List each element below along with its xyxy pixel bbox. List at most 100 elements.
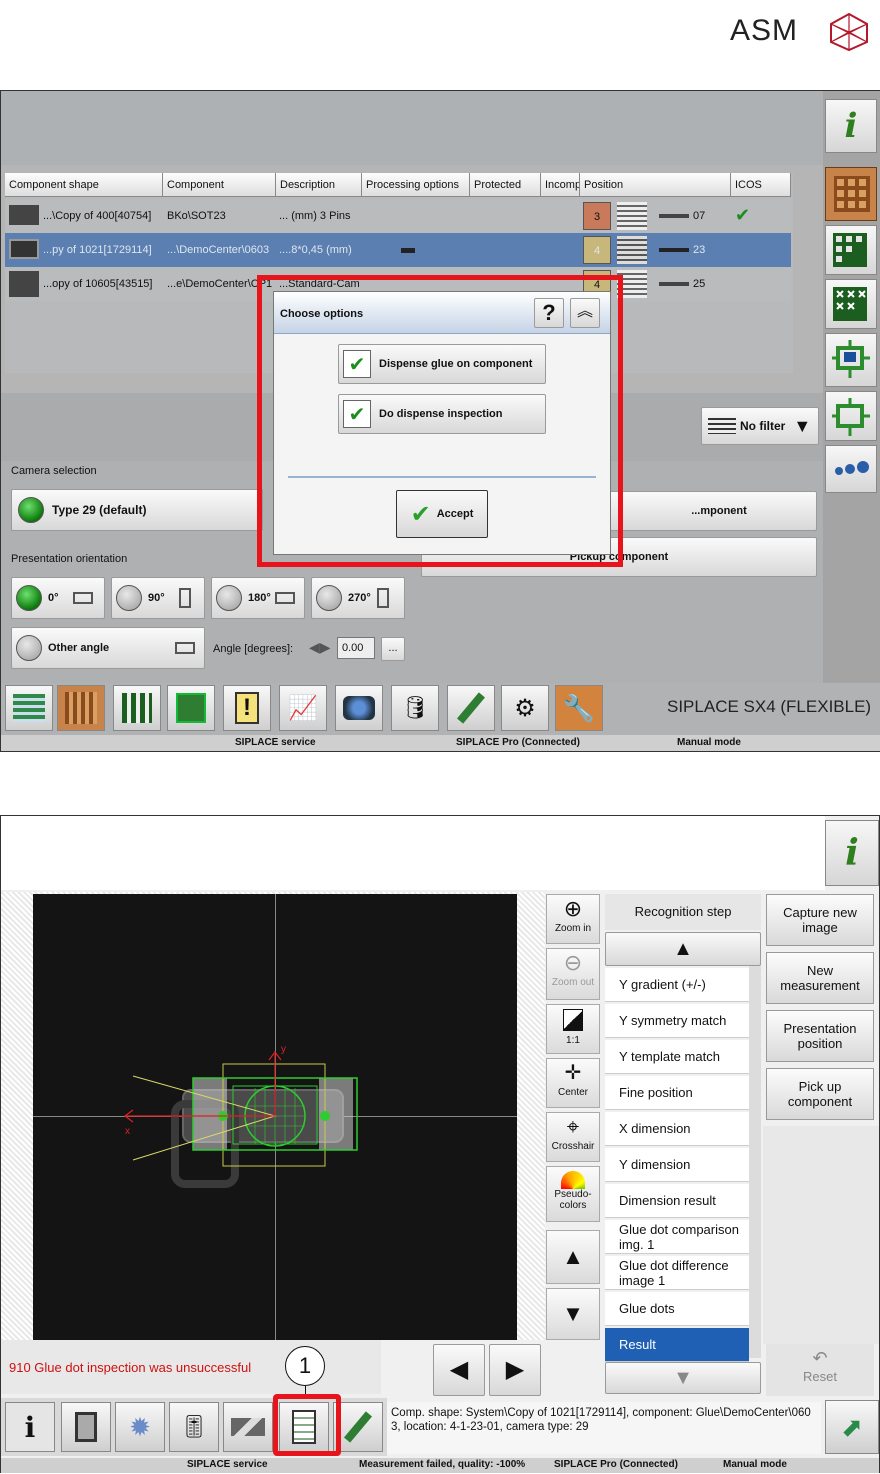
col-incomp[interactable]: Incomp — [541, 173, 580, 197]
center-button[interactable]: ✛ Center — [546, 1058, 600, 1108]
position-badge: 3 — [583, 202, 611, 230]
step-item[interactable]: Dimension result — [605, 1184, 749, 1218]
info-icon: i — [845, 832, 859, 874]
col-component[interactable]: Component — [163, 173, 276, 197]
step-item[interactable]: Glue dot difference image 1 — [605, 1256, 749, 1290]
grid-cross-tab[interactable] — [825, 279, 877, 329]
steps-down-button[interactable]: ▼ — [605, 1362, 761, 1394]
steps-up-button[interactable]: ▲ — [605, 932, 761, 966]
status-pro: SIPLACE Pro (Connected) — [554, 1459, 678, 1470]
presentation-position-button[interactable]: Presentation position — [766, 1010, 874, 1062]
scroll-up-button[interactable]: ▲ — [546, 1230, 600, 1284]
step-item[interactable]: Glue dot comparison img. 1 — [605, 1220, 749, 1254]
camera-tab[interactable] — [335, 685, 383, 731]
board-tab[interactable] — [167, 685, 215, 731]
component-grid-tab[interactable] — [825, 167, 877, 221]
info-button[interactable]: i — [825, 99, 877, 153]
col-shape[interactable]: Component shape — [5, 173, 163, 197]
grid-check-tab[interactable] — [825, 225, 877, 275]
info-button[interactable]: i — [825, 820, 879, 886]
filter-label: No filter — [740, 419, 786, 433]
scroll-down-button[interactable]: ▼ — [546, 1288, 600, 1340]
crosshair-button[interactable]: ⌖ Crosshair — [546, 1112, 600, 1162]
warning-tab[interactable]: ! — [223, 685, 271, 731]
radio-icon — [216, 585, 242, 611]
orientation-0-button[interactable]: 0° — [11, 577, 105, 619]
steps-scrollbar[interactable] — [749, 966, 761, 1358]
col-description[interactable]: Description — [276, 173, 362, 197]
orientation-180-button[interactable]: 180° — [211, 577, 305, 619]
exit-button[interactable]: ⬈ — [825, 1400, 879, 1454]
one-to-one-label: 1:1 — [566, 1035, 580, 1046]
angle-more-button[interactable]: ... — [381, 637, 405, 661]
step-item[interactable]: Y gradient (+/-) — [605, 968, 749, 1002]
triangle-up-icon: ▲ — [562, 1244, 584, 1269]
component-cell: ...\DemoCenter\0603 — [167, 244, 270, 256]
chart-tab[interactable]: 📈 — [279, 685, 327, 731]
component-frame-tab[interactable] — [825, 333, 877, 387]
reset-button[interactable]: ↶ Reset — [766, 1344, 874, 1396]
lighting-icon: ✹ — [129, 1411, 151, 1442]
processing-indicator — [401, 248, 415, 253]
hand-gear-tab[interactable]: ⚙ — [501, 685, 549, 731]
bar-chart-tab[interactable] — [113, 685, 161, 731]
stack-icon — [13, 694, 45, 722]
camera-type-button[interactable]: Type 29 (default) — [11, 489, 263, 531]
col-protected[interactable]: Protected — [470, 173, 541, 197]
component-orient-icon — [175, 642, 196, 654]
step-item[interactable]: X dimension — [605, 1112, 749, 1146]
new-measurement-button[interactable]: New measurement — [766, 952, 874, 1004]
more-tab[interactable] — [825, 445, 877, 493]
capture-image-button[interactable]: Capture new image — [766, 894, 874, 946]
camera-selection-title: Camera selection — [11, 465, 97, 477]
rainbow-icon — [561, 1171, 585, 1189]
angle-stepper-icon[interactable]: ◀▶ — [309, 639, 333, 659]
sliders-icon: 🎚 — [180, 1414, 208, 1439]
angle-label: Angle [degrees]: — [213, 643, 294, 655]
image-viewer[interactable]: y x — [1, 892, 545, 1340]
sliders-tab[interactable]: 🎚 — [169, 1402, 219, 1452]
zoom-in-button[interactable]: ⊕ Zoom in — [546, 894, 600, 944]
shape-thumb — [9, 271, 39, 297]
zoom-out-button[interactable]: ⊖ Zoom out — [546, 948, 600, 1000]
wrench-tab[interactable]: 🔧 — [555, 685, 603, 731]
component-frame2-tab[interactable] — [825, 391, 877, 441]
stack-tab[interactable] — [5, 685, 53, 731]
orientation-label: 180° — [248, 592, 271, 604]
grid-tab[interactable] — [57, 685, 105, 731]
zoom-out-label: Zoom out — [551, 977, 595, 988]
angle-input[interactable]: 0.00 — [337, 637, 375, 659]
component-frame-icon — [832, 340, 870, 378]
orientation-270-button[interactable]: 270° — [311, 577, 405, 619]
col-processing[interactable]: Processing options — [362, 173, 470, 197]
step-item[interactable]: Y symmetry match — [605, 1004, 749, 1038]
component-view-tab[interactable] — [61, 1402, 111, 1452]
other-angle-button[interactable]: Other angle — [11, 627, 205, 669]
shape-cell: ...\Copy of 400[40754] — [43, 210, 152, 222]
info-tab[interactable]: i — [5, 1402, 55, 1452]
reset-label: Reset — [803, 1369, 837, 1384]
oil-can-tab[interactable]: 🛢 — [391, 685, 439, 731]
step-item-selected[interactable]: Result — [605, 1328, 749, 1362]
pseudo-colors-button[interactable]: Pseudo-colors — [546, 1166, 600, 1222]
next-button[interactable]: ▶ — [489, 1344, 541, 1396]
nozzle-tab[interactable] — [447, 685, 495, 731]
radio-icon — [116, 585, 142, 611]
step-item[interactable]: Y template match — [605, 1040, 749, 1074]
filter-dropdown[interactable]: No filter ▼ — [701, 407, 819, 445]
step-item[interactable]: Fine position — [605, 1076, 749, 1110]
profile-tab[interactable] — [223, 1402, 273, 1452]
col-icos[interactable]: ICOS — [731, 173, 791, 197]
pick-up-component-button[interactable]: Pick up component — [766, 1068, 874, 1120]
component-orient-icon — [376, 588, 389, 608]
step-item[interactable]: Y dimension — [605, 1148, 749, 1182]
radio-icon — [316, 585, 342, 611]
table-row[interactable]: ...\Copy of 400[40754] BKo\SOT23 ... (mm… — [5, 199, 791, 233]
one-to-one-button[interactable]: 1:1 — [546, 1004, 600, 1054]
step-item[interactable]: Glue dots — [605, 1292, 749, 1326]
orientation-90-button[interactable]: 90° — [111, 577, 205, 619]
col-position[interactable]: Position — [580, 173, 731, 197]
table-row[interactable]: ...py of 1021[1729114] ...\DemoCenter\06… — [5, 233, 791, 267]
lighting-tab[interactable]: ✹ — [115, 1402, 165, 1452]
previous-button[interactable]: ◀ — [433, 1344, 485, 1396]
